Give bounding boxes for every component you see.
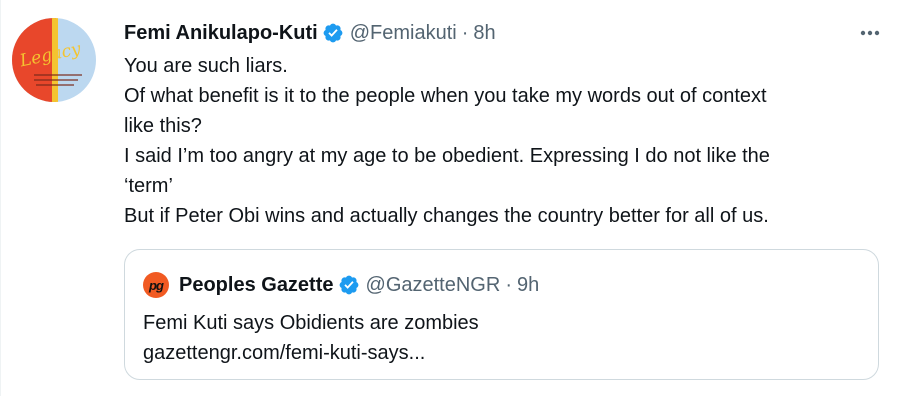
quoted-link: gazettengr.com/femi-kuti-says... [143,342,426,364]
tweet-text-line: I said I’m too angry at my age to be obe… [124,145,770,167]
quoted-text-line: Femi Kuti says Obidients are zombies [143,312,479,334]
quoted-display-name: Peoples Gazette [179,273,334,296]
quoted-avatar: pg [143,272,169,298]
tweet-text: You are such liars. Of what benefit is i… [124,51,884,231]
quoted-tweet-text: Femi Kuti says Obidients are zombies gaz… [143,308,479,368]
tweet-header: Femi Anikulapo-Kuti @Femiakuti · 8h [124,19,496,47]
verified-badge-icon [338,274,360,296]
separator-dot: · [505,273,512,296]
quoted-tweet-header: pg Peoples Gazette @GazetteNGR · 9h [143,272,539,298]
timestamp[interactable]: 8h [473,22,495,45]
avatar[interactable]: Legacy [12,18,96,102]
more-horizontal-icon [860,30,880,36]
user-handle[interactable]: @Femiakuti [350,22,457,45]
tweet-text-line: like this? [124,115,202,137]
quoted-avatar-text: pg [149,277,164,293]
more-options-button[interactable] [855,20,885,46]
tweet-text-line: Of what benefit is it to the people when… [124,85,767,107]
separator-dot: · [461,21,469,44]
quoted-timestamp: 9h [516,273,540,296]
left-divider [0,0,1,396]
avatar-image: Legacy [12,18,96,102]
tweet-text-line: ‘term’ [124,175,173,197]
display-name[interactable]: Femi Anikulapo-Kuti [124,22,318,45]
tweet-text-line: But if Peter Obi wins and actually chang… [124,205,769,227]
quoted-user-handle: @GazetteNGR [365,273,501,296]
tweet-text-line: You are such liars. [124,55,288,77]
quoted-tweet-card[interactable]: pg Peoples Gazette @GazetteNGR · 9h Femi… [124,249,879,380]
verified-badge-icon [322,22,344,44]
